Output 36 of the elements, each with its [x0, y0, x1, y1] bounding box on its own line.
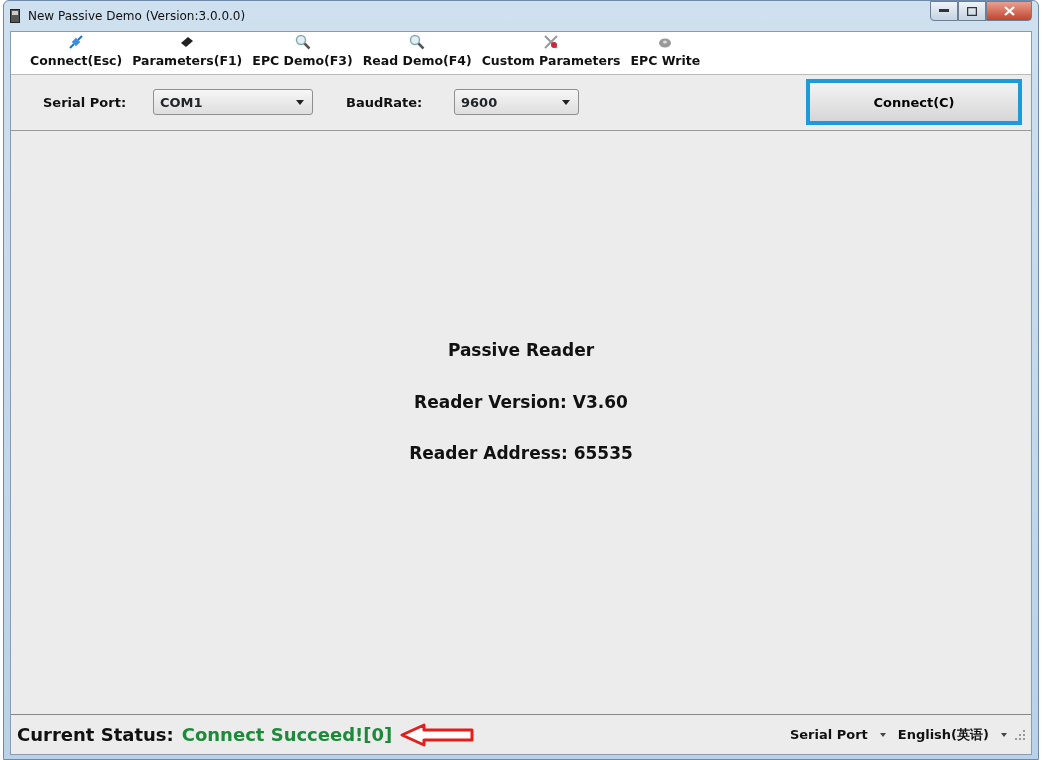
- resize-grip-icon: [1015, 729, 1025, 740]
- maximize-icon: [967, 6, 977, 16]
- serial-port-label: Serial Port:: [43, 93, 128, 112]
- info-text: Reader Version: V3.60: [414, 390, 628, 414]
- app-icon: [10, 9, 20, 23]
- close-icon: [1003, 6, 1015, 16]
- toolbar-button[interactable]: EPC Demo(F3): [247, 34, 358, 71]
- toolbar-button[interactable]: EPC Write: [625, 34, 706, 71]
- close-button[interactable]: [986, 1, 1032, 21]
- serial-port-dropdown[interactable]: COM1: [153, 89, 313, 116]
- tools-icon: [543, 34, 560, 50]
- plug-icon: [68, 34, 85, 50]
- maximize-button[interactable]: [958, 1, 986, 21]
- status-text: Connect Succeed![0]: [181, 723, 393, 747]
- magnifier-icon: [409, 34, 426, 50]
- language-menu[interactable]: English(英语): [893, 724, 993, 745]
- caret-icon: [879, 732, 886, 737]
- status-label: Current Status:: [17, 723, 174, 747]
- serial-port-menu[interactable]: Serial Port: [785, 724, 872, 745]
- toolbar-button[interactable]: Parameters(F1): [127, 34, 248, 71]
- info-text: Reader Address: 65535: [409, 442, 633, 466]
- caret-icon: [1001, 732, 1007, 737]
- connect-button[interactable]: Connect(C): [809, 82, 1019, 123]
- baud-rate-dropdown[interactable]: 9600: [454, 89, 579, 116]
- magnifier-icon: [294, 34, 311, 50]
- arrow-icon: [400, 722, 475, 747]
- toolbar-button[interactable]: Read Demo(F4): [357, 34, 477, 71]
- caret-icon: [562, 99, 570, 105]
- toolbar-button[interactable]: Custom Parameters: [476, 34, 626, 71]
- baud-rate-label: BaudRate:: [346, 93, 424, 112]
- toolbar-button[interactable]: Connect(Esc): [25, 34, 128, 71]
- minimize-icon: [939, 9, 949, 13]
- minimize-button[interactable]: [930, 1, 958, 21]
- caret-icon: [296, 99, 304, 105]
- window-title: New Passive Demo (Version:3.0.0.0): [28, 8, 246, 25]
- info-text: Passive Reader: [447, 339, 595, 363]
